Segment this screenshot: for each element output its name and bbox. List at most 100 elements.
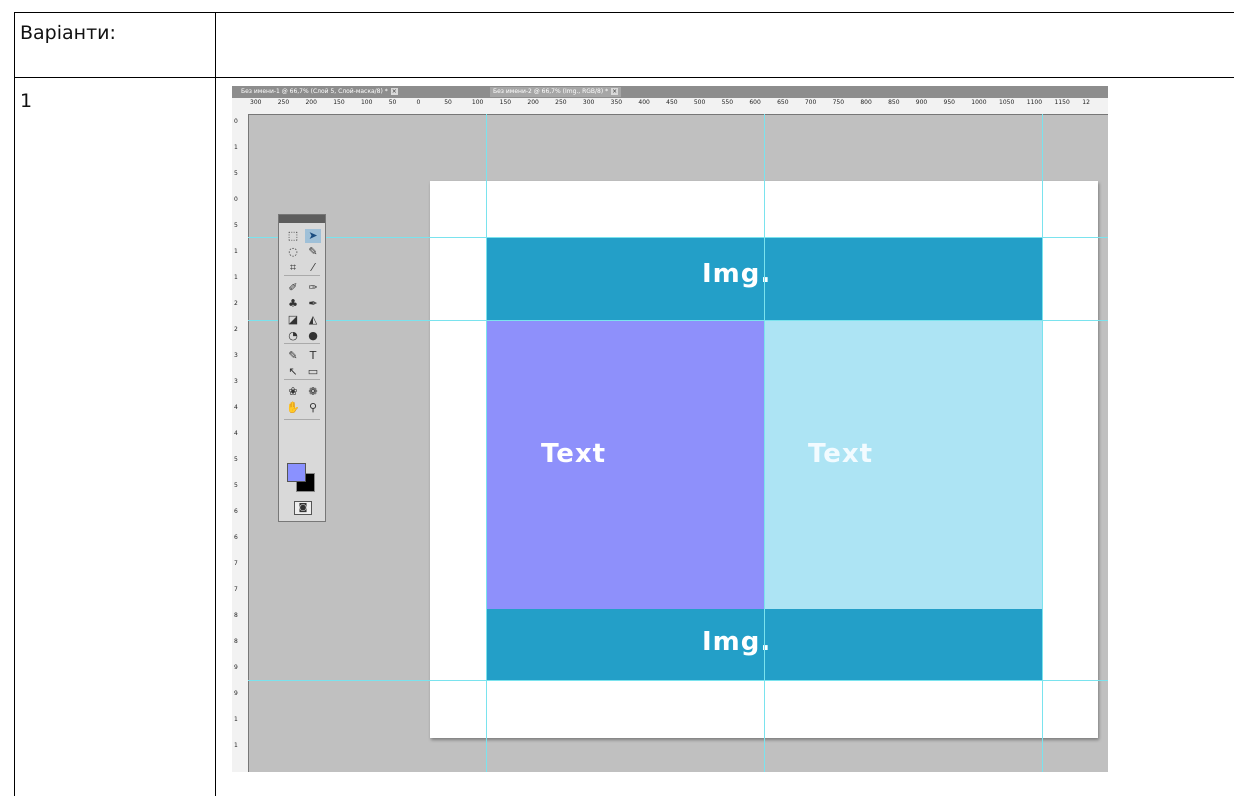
- right-text-panel: [765, 320, 1042, 609]
- ruler-tick-label: 4: [234, 404, 238, 411]
- marquee-icon[interactable]: ⬚: [285, 229, 301, 243]
- 3d-orbit-icon[interactable]: ❁: [305, 385, 321, 399]
- foreground-color-swatch[interactable]: [287, 463, 306, 482]
- ruler-tick-label: 200: [527, 99, 539, 106]
- pen-icon[interactable]: ✎: [285, 349, 301, 363]
- tool-row: ◌ ✎: [285, 245, 321, 259]
- ruler-tick-label: 6: [234, 508, 238, 515]
- document-tab-1[interactable]: Без имени-1 @ 66,7% (Слой 5, Слой-маска/…: [238, 87, 401, 97]
- ruler-tick-label: 650: [777, 99, 789, 106]
- guide-horizontal[interactable]: [248, 320, 1108, 321]
- paint-bucket-icon[interactable]: ◭: [305, 313, 321, 327]
- ruler-tick-label: 450: [666, 99, 678, 106]
- healing-brush-icon[interactable]: ✐: [285, 281, 301, 295]
- move-icon[interactable]: ➤: [305, 229, 321, 243]
- guide-horizontal[interactable]: [248, 680, 1108, 681]
- tool-row: ◪ ◭: [285, 313, 321, 327]
- ruler-tick-label: 1150: [1054, 99, 1070, 106]
- guide-vertical[interactable]: [486, 114, 487, 772]
- ruler-tick-label: 0: [234, 118, 238, 125]
- guide-horizontal[interactable]: [248, 237, 1108, 238]
- tool-row: ♣ ✒: [285, 297, 321, 311]
- type-icon[interactable]: T: [305, 349, 321, 363]
- ruler-tick-label: 0: [234, 196, 238, 203]
- tools-separator: [284, 419, 320, 420]
- ruler-tick-label: 6: [234, 534, 238, 541]
- ruler-tick-label: 250: [277, 99, 290, 106]
- tools-panel-header[interactable]: [279, 215, 325, 223]
- clone-stamp-icon[interactable]: ♣: [285, 297, 301, 311]
- ruler-tick-label: 300: [250, 99, 262, 106]
- close-icon[interactable]: ×: [390, 88, 398, 95]
- table-row-divider: [14, 77, 1234, 78]
- ruler-tick-label: 9: [234, 690, 238, 697]
- quick-select-icon[interactable]: ✎: [305, 245, 321, 259]
- ruler-tick-label: 3: [234, 378, 238, 385]
- ruler-tick-label: 950: [943, 99, 955, 106]
- ruler-tick-label: 1100: [1026, 99, 1043, 106]
- path-select-icon[interactable]: ↖: [285, 365, 301, 379]
- quick-mask-icon[interactable]: ◙: [294, 501, 312, 515]
- tools-panel: ◙ ⬚ ➤ ◌ ✎ ⌗ ⁄ ✐ ✑ ♣ ✒ ◪ ◭ ◔ ● ✎ T ↖ ▭ ❀ ❁ ✋ ⚲: [278, 214, 326, 522]
- document-tab-2[interactable]: Без имени-2 @ 66,7% (Img., RGB/8) * ×: [490, 87, 622, 97]
- dodge-icon[interactable]: ●: [305, 329, 321, 343]
- tool-row: ❀ ❁: [285, 385, 321, 399]
- ruler-tick-label: 5: [234, 222, 238, 229]
- crop-icon[interactable]: ⌗: [285, 261, 301, 275]
- ruler-tick-label: 200: [305, 99, 317, 106]
- document-tab-1-label: Без имени-1 @ 66,7% (Слой 5, Слой-маска/…: [241, 88, 388, 95]
- eraser-icon[interactable]: ◪: [285, 313, 301, 327]
- ruler-tick-label: 2: [234, 300, 238, 307]
- brush-icon[interactable]: ✑: [305, 281, 321, 295]
- horizontal-ruler: 300 250 200 150 100 50 0 50 100 150 200 250 300 350 40…: [232, 98, 1108, 115]
- close-icon[interactable]: ×: [611, 88, 619, 95]
- guide-vertical[interactable]: [1042, 114, 1043, 772]
- tool-row: ↖ ▭: [285, 365, 321, 379]
- tools-separator: [284, 343, 320, 344]
- ruler-tick-label: 100: [471, 99, 484, 106]
- lasso-icon[interactable]: ◌: [285, 245, 301, 259]
- ruler-tick-label: 5: [234, 482, 238, 489]
- ruler-tick-label: 4: [234, 430, 238, 437]
- tool-row: ✋ ⚲: [285, 401, 321, 415]
- ruler-tick-label: 5: [234, 456, 238, 463]
- ruler-tick-label: 250: [555, 99, 567, 106]
- vertical-ruler: 0 1 5 0 5 1 1 2 2 3 3 4 4 5 5 6 6 7 7 8 8 9 9 1 1: [232, 114, 249, 772]
- header-cell-label: Варіанти:: [20, 22, 116, 44]
- blur-icon[interactable]: ◔: [285, 329, 301, 343]
- ruler-tick-label: 3: [234, 352, 238, 359]
- tools-separator: [284, 379, 320, 380]
- hand-icon[interactable]: ✋: [285, 401, 301, 415]
- ruler-tick-label: 7: [234, 586, 238, 593]
- ruler-tick-label: 2: [234, 326, 238, 333]
- 3d-rotate-icon[interactable]: ❀: [285, 385, 301, 399]
- ruler-tick-label: 400: [638, 99, 650, 106]
- history-brush-icon[interactable]: ✒: [305, 297, 321, 311]
- row-number-label: 1: [20, 90, 33, 112]
- shape-icon[interactable]: ▭: [305, 365, 321, 379]
- ruler-tick-label: 150: [499, 99, 512, 106]
- table-border-left: [14, 12, 15, 796]
- ruler-tick-label: 0: [416, 99, 421, 106]
- ruler-tick-label: 350: [610, 99, 623, 106]
- eyedropper-icon[interactable]: ⁄: [305, 261, 321, 275]
- ruler-tick-label: 50: [444, 99, 452, 106]
- guide-vertical[interactable]: [764, 114, 765, 772]
- zoom-icon[interactable]: ⚲: [305, 401, 321, 415]
- ruler-tick-label: 1: [234, 144, 238, 151]
- right-panel-label: Text: [808, 439, 874, 469]
- ruler-tick-label: 600: [749, 99, 761, 106]
- document-tab-2-label: Без имени-2 @ 66,7% (Img., RGB/8) *: [493, 88, 609, 95]
- tool-row: ✎ T: [285, 349, 321, 363]
- ruler-tick-label: 300: [582, 99, 595, 106]
- ruler-tick-label: 5: [234, 170, 238, 177]
- left-text-panel: [487, 320, 765, 609]
- ruler-tick-label: 50: [388, 99, 397, 106]
- table-column-divider: [215, 12, 216, 796]
- ruler-tick-label: 150: [333, 99, 345, 106]
- tools-separator: [284, 275, 320, 276]
- ruler-tick-label: 8: [234, 612, 238, 619]
- table-border-top: [14, 12, 1234, 13]
- ruler-tick-label: 1: [234, 274, 238, 281]
- ruler-tick-label: 900: [915, 99, 928, 106]
